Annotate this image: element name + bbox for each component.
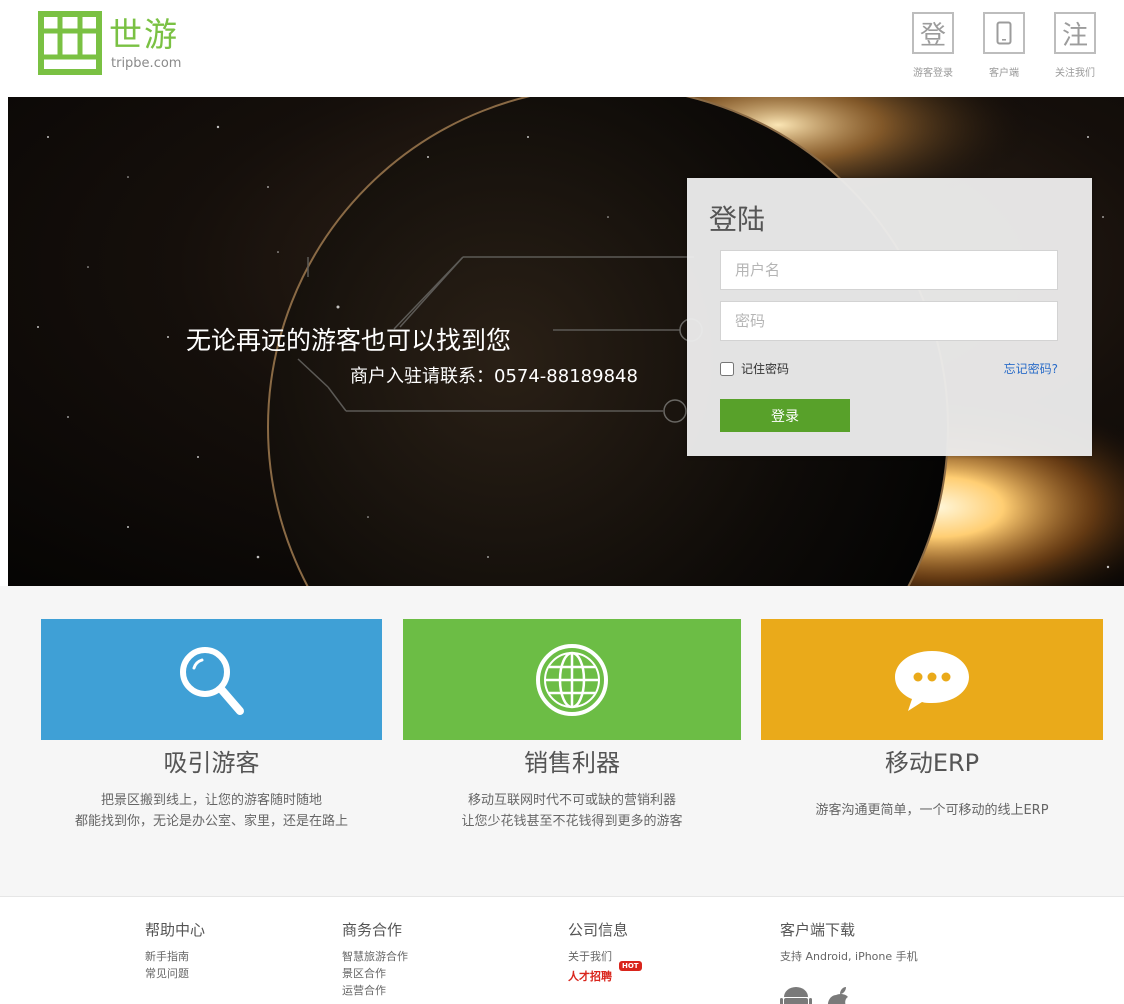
features-section: 吸引游客 把景区搬到线上，让您的游客随时随地 都能找到你，无论是办公室、家里，还…: [0, 586, 1124, 896]
globe-icon: [536, 643, 608, 716]
logo-domain: tripbe.com: [111, 56, 182, 71]
footer-company-info: 公司信息 关于我们 人才招聘 HOT: [568, 919, 642, 985]
username-input[interactable]: [720, 250, 1058, 290]
remember-password-label: 记住密码: [741, 362, 790, 376]
footer-link-scenic-partner[interactable]: 景区合作: [342, 965, 408, 982]
footer-download: 客户端下载 支持 Android, iPhone 手机: [780, 919, 918, 964]
forgot-password-link[interactable]: 忘记密码?: [1004, 360, 1058, 377]
site-footer: 帮助中心 新手指南 常见问题 商务合作 智慧旅游合作 景区合作 运营合作 公司信…: [0, 896, 1124, 1004]
feature-description-line: 都能找到你，无论是办公室、家里，还是在路上: [74, 814, 348, 829]
client-app-label: 客户端: [989, 68, 1019, 79]
footer-business: 商务合作 智慧旅游合作 景区合作 运营合作: [342, 919, 408, 999]
footer-heading: 客户端下载: [780, 921, 856, 939]
login-panel: 登陆 记住密码 忘记密码? 登录: [687, 178, 1092, 456]
site-logo[interactable]: 世游 tripbe.com: [38, 11, 218, 75]
footer-link-careers[interactable]: 人才招聘 HOT: [568, 961, 642, 985]
footer-heading: 帮助中心: [145, 921, 206, 939]
feature-description-line: 把景区搬到线上，让您的游客随时随地: [100, 793, 322, 808]
footer-download-support: 支持 Android, iPhone 手机: [780, 950, 918, 963]
feature-mobile-erp: 移动ERP 游客沟通更简单，一个可移动的线上ERP: [761, 619, 1103, 821]
password-input[interactable]: [720, 301, 1058, 341]
visitor-login-button[interactable]: 登 游客登录: [908, 12, 958, 79]
footer-link-smart-tourism[interactable]: 智慧旅游合作: [342, 948, 408, 965]
feature-description-line: 让您少花钱甚至不花钱得到更多的游客: [461, 814, 683, 829]
feature-tile-sales[interactable]: [403, 619, 741, 740]
footer-link-faq[interactable]: 常见问题: [145, 965, 205, 982]
remember-password-checkbox[interactable]: [720, 361, 734, 376]
footer-heading: 公司信息: [568, 921, 629, 939]
phone-icon: [983, 12, 1025, 54]
careers-label: 人才招聘: [568, 970, 612, 983]
login-title: 登陆: [709, 203, 766, 236]
feature-title: 销售利器: [524, 749, 620, 777]
feature-description-line: 游客沟通更简单，一个可移动的线上ERP: [815, 803, 1049, 818]
footer-link-operations-partner[interactable]: 运营合作: [342, 982, 408, 999]
feature-attract-visitors: 吸引游客 把景区搬到线上，让您的游客随时随地 都能找到你，无论是办公室、家里，还…: [41, 619, 382, 832]
logo-name: 世游: [109, 15, 179, 54]
hot-badge: HOT: [619, 961, 642, 971]
feature-title: 移动ERP: [884, 749, 980, 777]
chat-bubble-icon: [895, 650, 969, 711]
apple-icon[interactable]: [827, 987, 850, 1004]
feature-description: 游客沟通更简单，一个可移动的线上ERP: [761, 800, 1103, 821]
feature-description: 移动互联网时代不可或缺的营销利器 让您少花钱甚至不花钱得到更多的游客: [403, 790, 741, 832]
feature-description-line: 移动互联网时代不可或缺的营销利器: [467, 793, 676, 808]
login-glyph-icon: 登: [912, 12, 954, 54]
feature-sales-tool: 销售利器 移动互联网时代不可或缺的营销利器 让您少花钱甚至不花钱得到更多的游客: [403, 619, 741, 832]
remember-password[interactable]: 记住密码: [720, 360, 789, 377]
feature-title: 吸引游客: [163, 749, 260, 777]
hero-contact: 商户入驻请联系：0574-88189848: [350, 366, 638, 387]
site-header: 世游 tripbe.com 登 游客登录 客户端 注 关注我们: [0, 0, 1124, 97]
download-os-icons: [780, 985, 870, 1004]
search-icon: [179, 646, 244, 715]
follow-glyph-icon: 注: [1054, 12, 1096, 54]
visitor-login-label: 游客登录: [913, 68, 953, 79]
follow-us-button[interactable]: 注 关注我们: [1050, 12, 1100, 79]
footer-heading: 商务合作: [342, 921, 403, 939]
footer-link-beginner-guide[interactable]: 新手指南: [145, 948, 205, 965]
feature-description: 把景区搬到线上，让您的游客随时随地 都能找到你，无论是办公室、家里，还是在路上: [41, 790, 382, 832]
follow-us-label: 关注我们: [1055, 68, 1095, 79]
footer-help-center: 帮助中心 新手指南 常见问题: [145, 919, 205, 982]
hero-slogan: 无论再远的游客也可以找到您: [186, 326, 512, 355]
logo-mark-icon: [38, 11, 102, 75]
android-icon[interactable]: [780, 987, 812, 1004]
client-app-button[interactable]: 客户端: [979, 12, 1029, 79]
login-submit-button[interactable]: 登录: [720, 399, 850, 432]
feature-tile-attract[interactable]: [41, 619, 382, 740]
top-actions: 登 游客登录 客户端 注 关注我们: [908, 12, 1108, 92]
feature-tile-erp[interactable]: [761, 619, 1103, 740]
